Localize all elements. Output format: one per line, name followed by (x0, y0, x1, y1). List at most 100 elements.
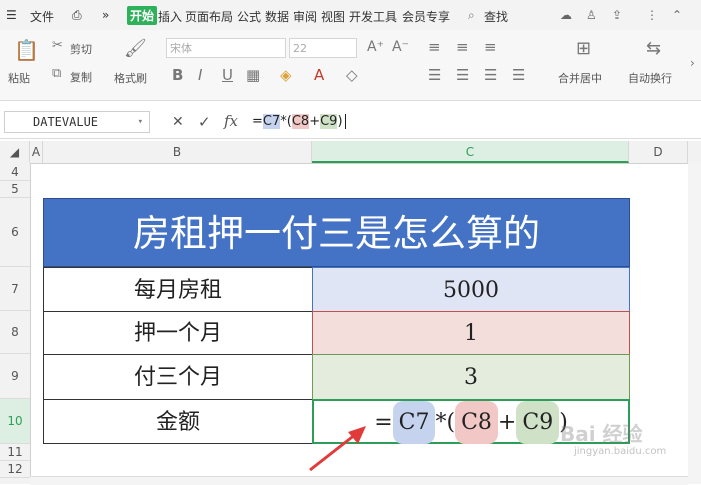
search-icon[interactable]: ⌕ (468, 8, 475, 23)
ribbon-toolbar: 📋 粘贴 ✂ 剪切 ⧉ 复制 🖌 格式刷 宋体 22 A⁺ A⁻ B I U ▦… (0, 30, 701, 101)
copy-icon[interactable]: ⧉ (52, 66, 61, 81)
chevron-down-icon[interactable]: ▾ (138, 112, 143, 132)
italic-button[interactable]: I (198, 66, 202, 84)
formula-input[interactable]: =C7*(C8+C9) (252, 112, 346, 132)
confirm-icon[interactable]: ✓ (198, 113, 211, 131)
hamburger-icon[interactable]: ☰ (6, 8, 17, 22)
merge-center-icon[interactable]: ⊞ (576, 38, 591, 59)
formula-ref-c9: C9 (320, 114, 338, 129)
row-header-8[interactable]: 8 (0, 311, 30, 354)
ribbon-scroll-right-icon[interactable]: › (690, 56, 695, 70)
fx-icon[interactable]: fx (224, 112, 238, 130)
font-size-select[interactable]: 22 (289, 38, 357, 58)
formula-ref-c7: C7 (262, 114, 281, 129)
wrap-text-icon[interactable]: ⇆ (646, 38, 661, 59)
tab-developer[interactable]: 开发工具 (349, 8, 397, 25)
row-headers: 4 5 6 7 8 9 10 11 12 (0, 163, 31, 484)
formula-operator: ) (337, 114, 343, 129)
column-headers: ◢ A B C D (0, 141, 701, 164)
tab-insert[interactable]: 插入 (158, 8, 182, 25)
align-left-icon[interactable]: ☰ (428, 66, 441, 84)
row-header-5[interactable]: 5 (0, 181, 30, 198)
formula-ref-c9: C9 (516, 401, 560, 444)
row-header-4[interactable]: 4 (0, 163, 30, 181)
search-label[interactable]: 查找 (484, 8, 508, 25)
underline-button[interactable]: U (222, 66, 233, 84)
menu-more[interactable]: » (102, 8, 109, 22)
cell-c8[interactable]: 1 (312, 311, 630, 355)
row-header-10[interactable]: 10 (0, 399, 30, 444)
formula-operator: *( (435, 410, 456, 435)
cell-c7[interactable]: 5000 (312, 267, 630, 312)
fill-color-icon[interactable]: ◈ (280, 66, 292, 84)
name-box-value: DATEVALUE (33, 115, 99, 129)
align-middle-icon[interactable]: ≡ (456, 38, 469, 56)
align-bottom-icon[interactable]: ≡ (484, 38, 497, 56)
formula-ref-c7: C7 (392, 401, 436, 444)
border-icon[interactable]: ▦ (246, 66, 260, 84)
justify-icon[interactable]: ☰ (512, 66, 525, 84)
format-painter-button[interactable]: 格式刷 (114, 70, 147, 86)
bold-button[interactable]: B (172, 66, 183, 84)
format-painter-icon[interactable]: 🖌 (124, 38, 147, 59)
align-center-icon[interactable]: ☰ (456, 66, 469, 84)
increase-font-icon[interactable]: A⁺ (367, 39, 384, 55)
row-header-7[interactable]: 7 (0, 267, 30, 311)
cell-b10[interactable]: 金额 (43, 399, 313, 444)
tab-home[interactable]: 开始 (127, 6, 158, 25)
cloud-icon[interactable]: ☁ (560, 8, 572, 22)
tab-review[interactable]: 审阅 (293, 8, 317, 25)
tab-page-layout[interactable]: 页面布局 (185, 8, 233, 25)
cell-b9[interactable]: 付三个月 (43, 354, 313, 400)
text-cursor (344, 114, 346, 129)
paste-button[interactable]: 粘贴 (8, 70, 30, 86)
collapse-icon[interactable]: ⌃ (672, 8, 682, 22)
column-header-d[interactable]: D (629, 141, 688, 163)
annotation-arrow-icon (309, 426, 366, 472)
watermark-url: jingyan.baidu.com (574, 446, 667, 457)
column-header-c[interactable]: C (312, 141, 629, 163)
row-header-12[interactable]: 12 (0, 461, 30, 478)
row-header-11[interactable]: 11 (0, 444, 30, 461)
user-icon[interactable]: ♙ (586, 8, 597, 22)
tab-member[interactable]: 会员专享 (402, 8, 450, 25)
formula-operator: *( (280, 114, 292, 129)
tab-view[interactable]: 视图 (321, 8, 345, 25)
wrap-text-button[interactable]: 自动换行 (628, 70, 672, 86)
name-box[interactable]: DATEVALUE ▾ (4, 111, 150, 133)
vertical-scrollbar[interactable] (688, 163, 701, 484)
watermark-logo: Bai 经验 (560, 422, 643, 446)
cell-b8[interactable]: 押一个月 (43, 311, 313, 355)
cell-c9[interactable]: 3 (312, 354, 630, 400)
formula-ref-c8: C8 (455, 401, 498, 444)
copy-button[interactable]: 复制 (70, 69, 92, 85)
paste-icon[interactable]: 📋 (14, 38, 39, 62)
formula-bar: DATEVALUE ▾ ✕ ✓ fx =C7*(C8+C9) (0, 106, 701, 139)
font-name-select[interactable]: 宋体 (166, 38, 286, 58)
menu-file[interactable]: 文件 (30, 8, 54, 25)
row-header-6[interactable]: 6 (0, 198, 30, 267)
scissors-icon[interactable]: ✂ (52, 38, 63, 53)
merge-center-button[interactable]: 合并居中 (558, 70, 602, 86)
tab-formulas[interactable]: 公式 (237, 8, 261, 25)
eraser-icon[interactable]: ◇ (346, 66, 358, 84)
table-title[interactable]: 房租押一付三是怎么算的 (43, 198, 630, 267)
select-all-corner[interactable]: ◢ (0, 141, 30, 163)
tab-data[interactable]: 数据 (265, 8, 289, 25)
font-color-icon[interactable]: A (314, 66, 324, 84)
column-header-b[interactable]: B (43, 141, 312, 163)
align-top-icon[interactable]: ≡ (428, 38, 441, 56)
menu-bar: ☰ 文件 ⎙ » 开始 插入 页面布局 公式 数据 审阅 视图 开发工具 会员专… (0, 0, 701, 30)
formula-ref-c8: C8 (291, 114, 310, 129)
more-icon[interactable]: ⋮ (646, 8, 658, 22)
formula-equals: = (252, 114, 263, 129)
save-icon[interactable]: ⎙ (72, 8, 82, 23)
decrease-font-icon[interactable]: A⁻ (392, 39, 409, 55)
column-header-a[interactable]: A (30, 141, 43, 163)
share-icon[interactable]: ⇪ (612, 8, 622, 22)
cut-button[interactable]: 剪切 (70, 41, 92, 57)
align-right-icon[interactable]: ☰ (484, 66, 497, 84)
cell-b7[interactable]: 每月房租 (43, 267, 313, 312)
row-header-9[interactable]: 9 (0, 354, 30, 399)
cancel-icon[interactable]: ✕ (172, 114, 184, 130)
